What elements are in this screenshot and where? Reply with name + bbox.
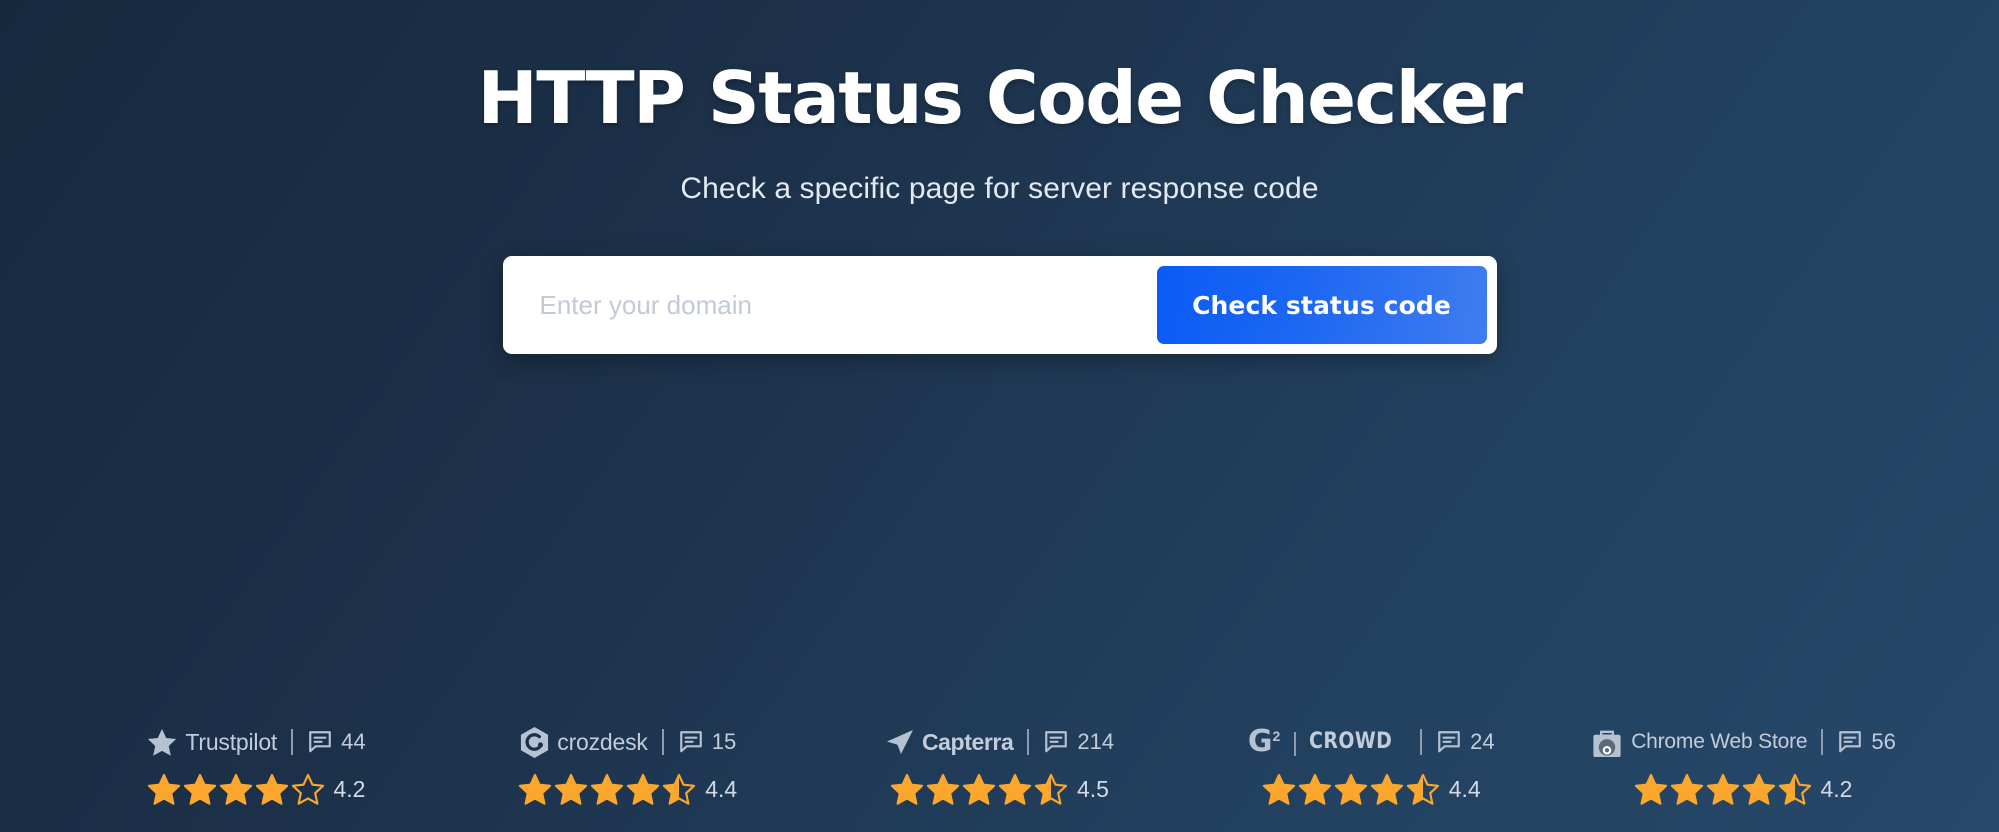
comment-icon: [679, 731, 702, 753]
review-badge[interactable]: Trustpilot 44 4.2: [104, 725, 408, 806]
review-count-group: 15: [678, 729, 736, 755]
brand-name: Capterra: [921, 728, 1014, 755]
badge-divider: [1420, 729, 1423, 755]
star-half-icon: [1406, 773, 1439, 805]
comment-icon: [1045, 731, 1068, 753]
g2-superscript: 2: [1272, 728, 1281, 744]
g2-letter: G: [1247, 724, 1273, 759]
brand-logo: Trustpilot: [146, 727, 277, 758]
g2-crowd-icon: G2: [1247, 724, 1281, 759]
rating-value: 4.4: [1448, 776, 1481, 802]
page-title: HTTP Status Code Checker: [477, 56, 1523, 140]
badge-divider: [291, 729, 294, 755]
star-full-icon: [1370, 773, 1403, 805]
review-count-group: 56: [1837, 729, 1896, 755]
star-rating: 4.2: [1634, 773, 1853, 806]
review-count: 24: [1470, 729, 1495, 754]
review-count: 44: [341, 729, 366, 754]
star-full-icon: [555, 773, 588, 805]
badge-divider: [1821, 729, 1824, 755]
star-full-icon: [1334, 773, 1367, 805]
rating-value: 4.2: [333, 776, 366, 802]
comment-icon: [1438, 731, 1460, 753]
review-count: 15: [711, 729, 737, 754]
review-count-group: 44: [307, 729, 366, 755]
badge-header: Trustpilot 44: [146, 725, 366, 759]
comment-icon: [309, 731, 331, 753]
badge-header: G 2 CROWD 24: [1248, 725, 1495, 759]
star-full-icon: [1634, 773, 1667, 805]
rating-value: 4.4: [705, 776, 738, 802]
star-full-icon: [591, 773, 624, 805]
star-full-icon: [519, 773, 552, 805]
badge-header: Capterra 214: [885, 725, 1114, 759]
star-rating: 4.4: [1262, 773, 1481, 806]
star-half-icon: [1778, 773, 1811, 805]
chrome-web-store-bag-icon: [1593, 730, 1621, 757]
review-badge[interactable]: G 2 CROWD 24 4.4: [1219, 725, 1523, 806]
star-icon: [148, 728, 177, 756]
star-full-icon: [890, 773, 924, 805]
star-full-icon: [1742, 773, 1775, 805]
brand-name: crozdesk: [557, 728, 648, 755]
review-badges-row: Trustpilot 44 4.2 crozdesk 15 4.4 Capterra 214 4…: [0, 725, 1999, 806]
star-full-icon: [255, 773, 288, 805]
g2-divider: [1294, 731, 1297, 756]
badge-header: Chrome Web Store 56: [1590, 725, 1896, 759]
review-count-group: 214: [1043, 729, 1114, 755]
star-full-icon: [219, 773, 252, 805]
brand-name: Trustpilot: [185, 728, 278, 755]
review-badge[interactable]: crozdesk 15 4.4: [476, 725, 780, 806]
star-empty-icon: [291, 773, 324, 805]
capterra-arrow-icon: [886, 730, 913, 754]
brand-name: Chrome Web Store: [1631, 730, 1808, 753]
star-full-icon: [147, 773, 180, 805]
page-root: { "hero": { "title": "HTTP Status Code C…: [0, 0, 1999, 832]
review-count-group: 24: [1436, 729, 1495, 755]
crozdesk-hexagon-icon: [521, 726, 549, 758]
star-full-icon: [1298, 773, 1331, 805]
star-rating: 4.2: [147, 773, 366, 806]
star-full-icon: [926, 773, 960, 805]
star-rating: 4.5: [890, 773, 1109, 806]
badge-header: crozdesk 15: [519, 725, 736, 759]
brand-name: CROWD: [1309, 729, 1393, 754]
brand-logo: G 2 CROWD: [1247, 724, 1406, 759]
star-full-icon: [1706, 773, 1739, 805]
brand-logo: Capterra: [885, 728, 1014, 756]
domain-search-bar: Check status code: [502, 256, 1497, 354]
star-full-icon: [1670, 773, 1703, 805]
comment-icon: [1839, 731, 1862, 753]
domain-input[interactable]: [512, 266, 1157, 344]
review-badge[interactable]: Chrome Web Store 56 4.2: [1590, 725, 1896, 806]
star-full-icon: [962, 773, 996, 805]
badge-divider: [1027, 729, 1030, 755]
check-status-code-button[interactable]: Check status code: [1156, 266, 1487, 344]
star-rating: 4.4: [518, 773, 737, 806]
star-full-icon: [998, 773, 1032, 805]
brand-logo: crozdesk: [519, 726, 648, 759]
page-subtitle: Check a specific page for server respons…: [680, 172, 1319, 205]
star-half-icon: [663, 773, 696, 805]
review-badge[interactable]: Capterra 214 4.5: [848, 725, 1152, 806]
badge-divider: [661, 729, 664, 755]
rating-value: 4.5: [1077, 776, 1109, 802]
review-count: 56: [1871, 729, 1896, 754]
star-full-icon: [1262, 773, 1295, 805]
star-full-icon: [627, 773, 660, 805]
hero-section: HTTP Status Code Checker Check a specifi…: [0, 0, 1999, 354]
review-count: 214: [1077, 729, 1115, 754]
brand-logo: Chrome Web Store: [1590, 726, 1808, 759]
star-full-icon: [183, 773, 216, 805]
rating-value: 4.2: [1820, 776, 1853, 802]
star-half-icon: [1034, 773, 1068, 805]
